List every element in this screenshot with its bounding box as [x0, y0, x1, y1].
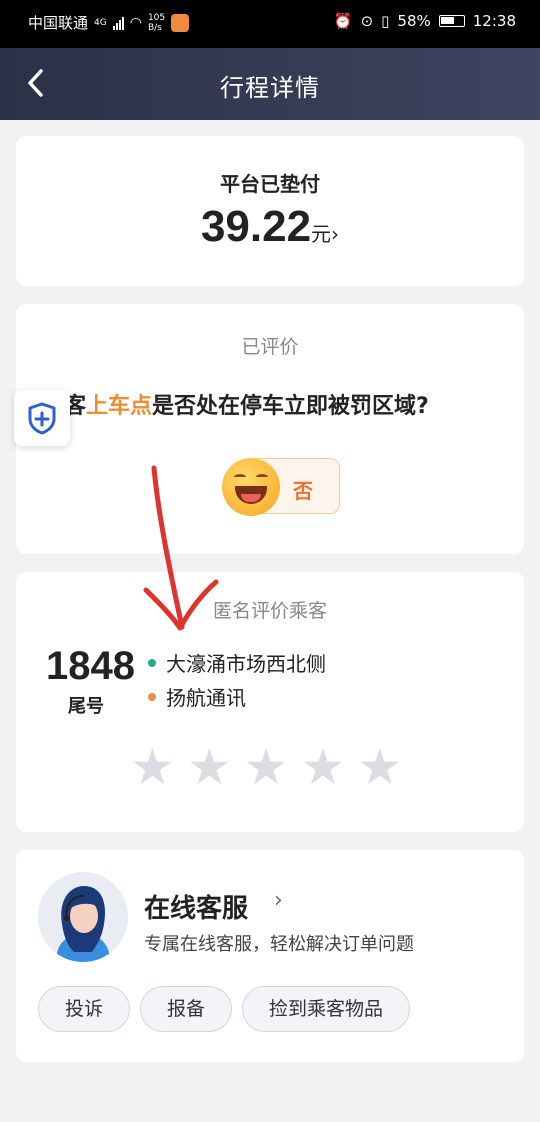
app-notification-icon [171, 13, 190, 32]
wifi-icon: ◠ [129, 14, 142, 31]
clock: 12:38 [472, 12, 516, 30]
location-icon: ⊙ [360, 12, 374, 30]
answer-label: 否 [293, 479, 313, 503]
pickup-label: 大濠涌市场西北侧 [166, 652, 326, 676]
alarm-icon: ⏰ [333, 12, 353, 30]
evaluation-card: 已评价 客上车点是否处在停车立即被罚区域? 否 [16, 304, 524, 554]
payment-amount[interactable]: 39.22元› [16, 202, 524, 252]
pickup-location: 大濠涌市场西北侧 [148, 648, 326, 677]
star-icon[interactable]: ★ [300, 742, 345, 792]
net-speed-unit: B/s [147, 22, 162, 33]
star-rating[interactable]: ★ ★ ★ ★ ★ [130, 742, 402, 792]
net-speed: 105 B/s [148, 13, 165, 33]
nav-bar: 行程详情 [0, 48, 540, 120]
question-suffix: 是否处在停车立即被罚区域? [152, 394, 429, 419]
phone-tail-label: 尾号 [68, 696, 104, 717]
anonymous-rating-title: 匿名评价乘客 [212, 600, 327, 622]
payment-card[interactable]: 平台已垫付 39.22元› [16, 136, 524, 286]
battery-percent: 58% [397, 12, 431, 30]
amount-value: 39.22 [200, 202, 312, 251]
headset-agent-icon [38, 872, 128, 962]
pickup-dot-icon [148, 658, 156, 667]
found-item-button[interactable]: 捡到乘客物品 [242, 986, 411, 1032]
payment-label: 平台已垫付 [220, 172, 320, 196]
emoji-mouth [235, 486, 267, 504]
service-actions: 投诉 报备 捡到乘客物品 [38, 986, 411, 1032]
question-highlight: 上车点 [86, 394, 153, 419]
online-service-description: 专属在线客服，轻松解决订单问题 [144, 934, 414, 955]
vibrate-icon: ▯ [381, 12, 390, 30]
net-speed-value: 105 [147, 12, 166, 23]
dropoff-location: 扬航通讯 [148, 682, 246, 711]
page-title: 行程详情 [220, 74, 320, 102]
emoji-eye [234, 474, 246, 480]
network-type: 4G [94, 17, 107, 28]
chevron-right-icon[interactable]: › [274, 888, 283, 913]
chevron-right-icon: › [331, 222, 340, 246]
dropoff-label: 扬航通讯 [166, 686, 246, 710]
signal-icon [112, 16, 124, 30]
evaluation-status: 已评价 [241, 336, 299, 358]
complaint-button[interactable]: 投诉 [38, 986, 131, 1032]
status-bar: 中国联通 4G ◠ 105 B/s ⏰ ⊙ ▯ 58% 12:38 [0, 0, 540, 48]
star-icon[interactable]: ★ [357, 742, 402, 792]
emoji-eye [256, 474, 268, 480]
star-icon[interactable]: ★ [244, 742, 289, 792]
carrier-label: 中国联通 [28, 14, 89, 32]
red-arrow-annotation [143, 465, 219, 631]
online-service-title[interactable]: 在线客服 [144, 888, 248, 925]
amount-unit: 元 [311, 222, 332, 246]
online-service-card: 在线客服 › 专属在线客服，轻松解决订单问题 投诉 报备 捡到乘客物品 [16, 850, 524, 1062]
phone-tail-number: 1848 [46, 644, 135, 688]
laughing-face-icon [222, 458, 280, 516]
report-button[interactable]: 报备 [140, 986, 233, 1032]
shield-plus-icon [28, 402, 56, 435]
star-icon[interactable]: ★ [130, 742, 175, 792]
dropoff-dot-icon [148, 692, 156, 701]
star-icon[interactable]: ★ [187, 742, 232, 792]
safety-button[interactable] [14, 390, 70, 446]
anonymous-rating-card: 匿名评价乘客 1848 尾号 大濠涌市场西北侧 扬航通讯 ★ ★ ★ ★ ★ [16, 572, 524, 832]
evaluation-question: 客上车点是否处在停车立即被罚区域? [64, 388, 429, 420]
battery-icon [438, 15, 465, 27]
service-agent-avatar [38, 872, 128, 962]
